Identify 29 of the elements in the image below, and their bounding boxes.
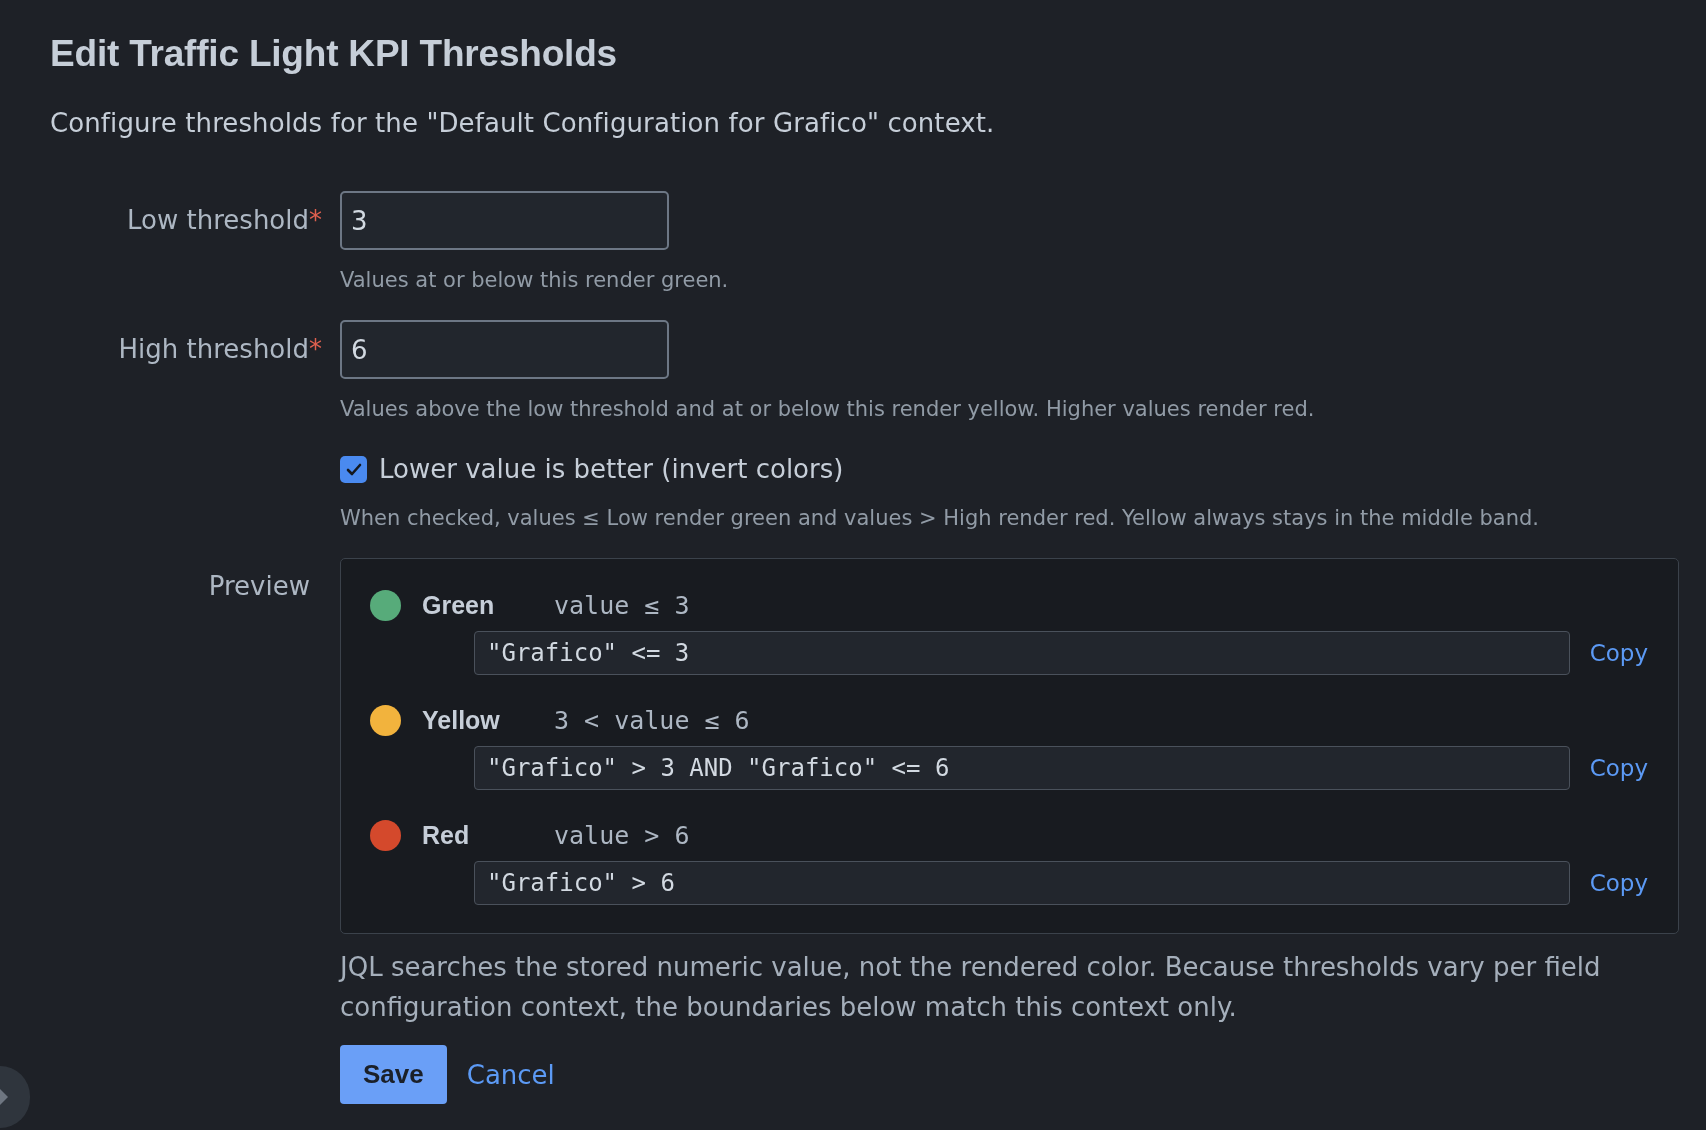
level-name: Yellow <box>422 705 501 735</box>
condition-text: value ≤ 3 <box>554 590 690 620</box>
checkbox[interactable] <box>340 455 367 483</box>
level-name: Green <box>422 590 496 620</box>
hint-text: When checked, values ≤ Low render green and values > High render red. Yellow always stays in the middle band. <box>340 505 1540 532</box>
chevron-right-icon <box>0 1088 9 1106</box>
description-text: Configure thresholds for the "Default Configuration for Grafico" context. <box>50 107 995 139</box>
field-label: Low threshold* <box>127 204 322 237</box>
query-field[interactable]: "Grafico" > 6 <box>474 861 1570 905</box>
checkbox-label[interactable]: Lower value is better (invert colors) <box>379 453 844 485</box>
threshold-input[interactable]: 6 <box>340 320 669 379</box>
page-title: Edit Traffic Light KPI Thresholds <box>50 32 617 76</box>
preview-label: Preview <box>208 570 310 602</box>
copy-link[interactable]: Copy <box>1589 640 1648 666</box>
cancel-link[interactable]: Cancel <box>466 1059 555 1090</box>
query-field[interactable]: "Grafico" > 3 AND "Grafico" <= 6 <box>474 746 1570 790</box>
query-field[interactable]: "Grafico" <= 3 <box>474 631 1570 675</box>
save-button[interactable]: Save <box>340 1045 447 1104</box>
copy-link[interactable]: Copy <box>1589 755 1648 781</box>
hint-text: Values above the low threshold and at or below this render yellow. Higher values render red. <box>340 396 1315 423</box>
hint-text: Values at or below this render green. <box>340 267 729 294</box>
note-text: JQL searches the stored numeric value, not the rendered color. Because thresholds vary per field configuration context, the boundaries below match this context only. <box>340 951 1602 1024</box>
threshold-input[interactable]: 3 <box>340 191 669 250</box>
level-name: Red <box>422 820 471 850</box>
field-label: High threshold* <box>118 333 322 366</box>
condition-text: value > 6 <box>554 820 690 850</box>
copy-link[interactable]: Copy <box>1589 870 1648 896</box>
check-icon <box>345 462 362 476</box>
condition-text: 3 < value ≤ 6 <box>554 705 750 735</box>
